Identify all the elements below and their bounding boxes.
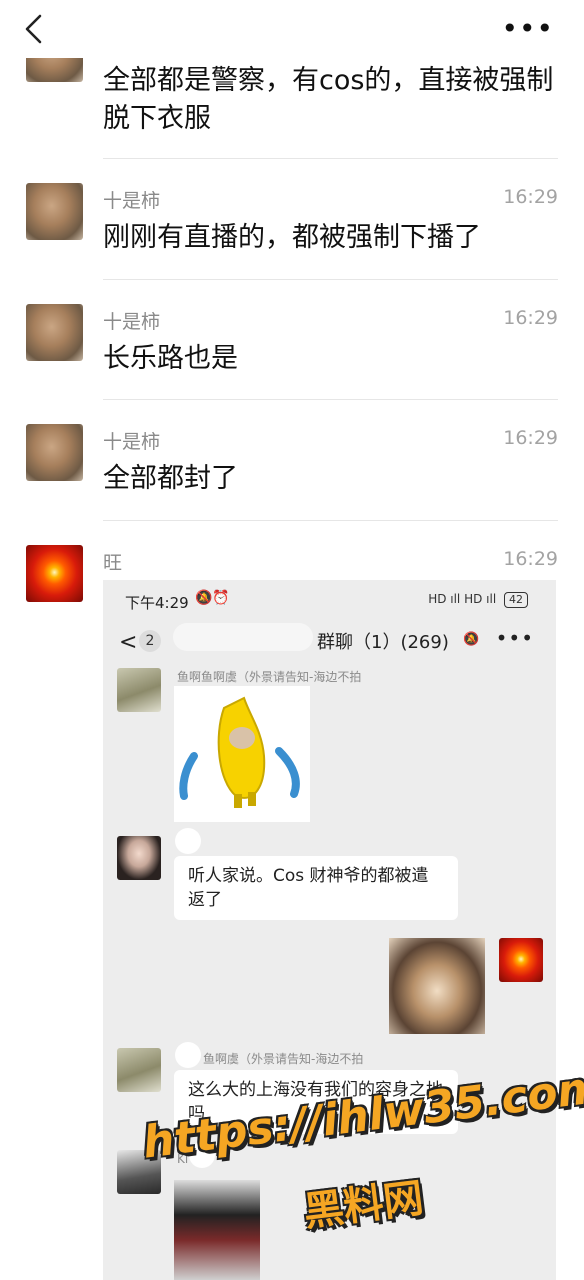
message-text: 全部都是警察，有cos的，直接被强制脱下衣服 — [103, 65, 554, 134]
member-name: 鱼啊鱼啊虞（外景请告知-海边不拍 — [177, 670, 362, 684]
hidden-name-mask — [175, 828, 201, 854]
divider — [103, 399, 558, 400]
avatar — [499, 938, 543, 982]
back-arrow-icon[interactable] — [22, 14, 46, 44]
message-time: 16:29 — [503, 427, 558, 449]
status-time: 下午4:29 — [125, 594, 189, 612]
sender-name: 十是柿 — [103, 431, 161, 453]
raccoon-sticker — [389, 938, 485, 1034]
hidden-name-mask — [175, 1042, 201, 1068]
avatar[interactable] — [26, 304, 83, 361]
avatar[interactable] — [26, 545, 83, 602]
avatar — [117, 836, 161, 880]
more-icon: ••• — [495, 626, 534, 650]
message-time: 16:29 — [503, 307, 558, 329]
divider — [103, 520, 558, 521]
avatar[interactable] — [26, 183, 83, 240]
blurred-group-name — [173, 623, 313, 651]
chat-header: < 2 群聊（1）(269) 🔕 ••• — [103, 620, 556, 670]
alarm-icon: 🔕⏰ — [195, 590, 230, 606]
message-text: 刚刚有直播的，都被强制下播了 — [103, 222, 481, 253]
message-time: 16:29 — [503, 548, 558, 570]
banana-cat-sticker — [174, 686, 310, 822]
divider — [103, 279, 558, 280]
sender-name: 十是柿 — [103, 311, 161, 333]
battery-icon: 42 — [504, 592, 528, 608]
message-text: 全部都封了 — [103, 463, 238, 494]
status-bar: 下午4:29 🔕⏰ HD ıll HD ıll 42 — [103, 580, 556, 620]
message-text: 长乐路也是 — [103, 343, 238, 374]
screenshot-image[interactable]: 下午4:29 🔕⏰ HD ıll HD ıll 42 < 2 群聊（1）(269… — [103, 580, 556, 1280]
signal-text: HD ıll HD ıll — [428, 592, 497, 606]
mute-icon: 🔕 — [463, 632, 480, 647]
signal-icon: HD ıll HD ıll 42 — [428, 592, 528, 608]
divider — [103, 158, 558, 159]
avatar — [117, 668, 161, 712]
unread-badge: 2 — [139, 630, 161, 652]
chat-bubble: 听人家说。Cos 财神爷的都被遣返了 — [174, 856, 458, 920]
sticker-icon — [179, 696, 300, 808]
member-name: 鱼啊虞（外景请告知-海边不拍 — [203, 1052, 364, 1066]
sender-name: 十是柿 — [103, 190, 161, 212]
avatar[interactable] — [26, 424, 83, 481]
chevron-left-icon: < — [119, 630, 138, 655]
message-time: 16:29 — [503, 186, 558, 208]
top-bar: ••• — [0, 0, 584, 58]
group-title: 群聊（1）(269) — [317, 632, 449, 653]
photo-image — [174, 1180, 260, 1280]
sender-name: 旺 — [103, 552, 123, 574]
more-options-icon[interactable]: ••• — [501, 15, 554, 43]
avatar — [117, 1048, 161, 1092]
